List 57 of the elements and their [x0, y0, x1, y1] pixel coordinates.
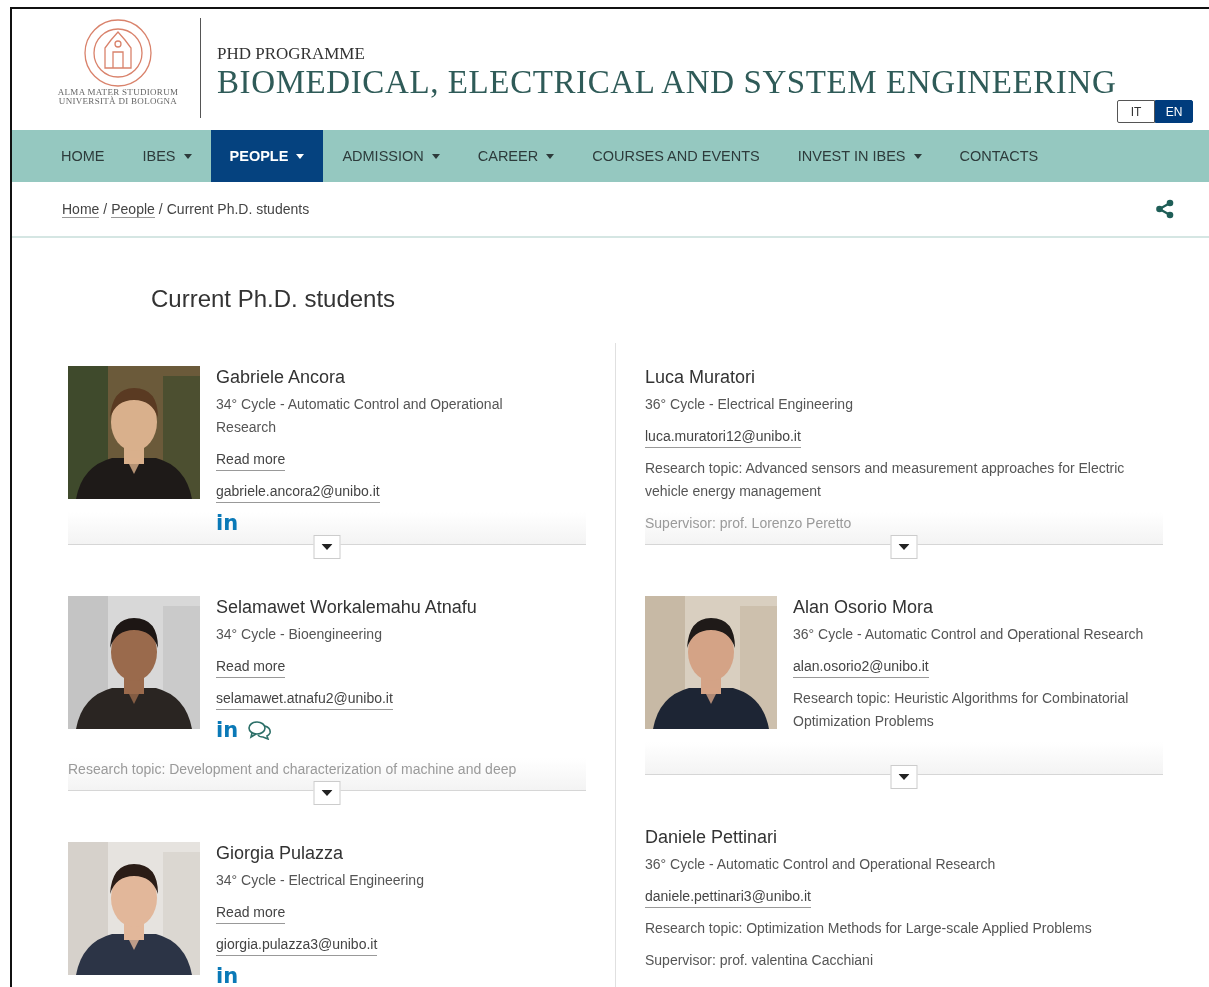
info-text: 34° Cycle - Bioengineering — [216, 625, 382, 644]
info-text: Research topic: Optimization Methods for Large-scale Applied Problems — [645, 919, 1092, 938]
programme-title: BIOMEDICAL, ELECTRICAL AND SYSTEM ENGINEERING — [217, 64, 1117, 100]
text-link[interactable]: giorgia.pulazza3@unibo.it — [216, 934, 378, 956]
language-button[interactable]: EN — [1155, 100, 1193, 123]
text-link[interactable]: alan.osorio2@unibo.it — [793, 656, 929, 678]
nav-item[interactable]: COURSES AND EVENTS — [573, 130, 779, 182]
university-seal-icon — [83, 18, 153, 88]
text-link[interactable]: selamawet.atnafu2@unibo.it — [216, 688, 393, 710]
nav-item[interactable]: CAREER — [458, 130, 574, 182]
programme-label: PHD PROGRAMME — [217, 44, 366, 64]
university-name: UNIVERSITÀ DI BOLOGNA — [57, 97, 179, 106]
breadcrumb-link[interactable]: Home — [62, 200, 100, 218]
faded-text: Research topic: Development and characterization of machine and deep — [68, 760, 517, 779]
linkedin-link[interactable]: in — [216, 719, 239, 741]
student-name: Gabriele Ancora — [216, 366, 347, 389]
text-link[interactable]: gabriele.ancora2@unibo.it — [216, 481, 380, 503]
text-link[interactable]: Read more — [216, 656, 286, 678]
nav-item[interactable]: HOME — [42, 130, 124, 182]
breadcrumb-link[interactable]: People — [111, 200, 155, 218]
nav-item[interactable]: CONTACTS — [940, 130, 1058, 182]
info-text: Research topic: Heuristic Algorithms for Combinatorial Optimization Problems — [793, 689, 1130, 731]
faded-text: Supervisor: prof. Lorenzo Peretto — [645, 514, 852, 533]
info-text: 34° Cycle - Automatic Control and Operational Research — [216, 395, 504, 437]
chat-icon[interactable] — [248, 720, 273, 740]
expand-button[interactable] — [313, 535, 341, 559]
breadcrumb-separator: / — [158, 201, 163, 217]
info-text: Research topic: Advanced sensors and measurement approaches for Electric vehicle energy management — [645, 459, 1126, 501]
info-text: 36° Cycle - Automatic Control and Operational Research — [793, 625, 1144, 644]
language-button[interactable]: IT — [1117, 100, 1155, 123]
page-title: Current Ph.D. students — [151, 285, 397, 314]
nav-item[interactable]: PEOPLE — [210, 130, 324, 182]
student-name: Giorgia Pulazza — [216, 842, 345, 865]
text-link[interactable]: Read more — [216, 449, 286, 471]
info-text: 36° Cycle - Automatic Control and Operational Research — [645, 855, 996, 874]
share-icon[interactable] — [1155, 199, 1175, 219]
info-text: 36° Cycle - Electrical Engineering — [645, 395, 853, 414]
expand-button[interactable] — [890, 535, 918, 559]
info-text: 34° Cycle - Electrical Engineering — [216, 871, 424, 890]
breadcrumb-separator: / — [103, 201, 108, 217]
university-name: ALMA MATER STUDIORUM — [57, 88, 179, 97]
linkedin-link[interactable]: in — [216, 512, 239, 534]
student-name: Daniele Pettinari — [645, 826, 779, 849]
nav-item[interactable]: INVEST IN IBES — [778, 130, 941, 182]
info-text: Supervisor: prof. valentina Cacchiani — [645, 951, 873, 970]
student-name: Luca Muratori — [645, 366, 757, 389]
linkedin-link[interactable]: in — [216, 965, 239, 987]
expand-button[interactable] — [313, 781, 341, 805]
nav-item[interactable]: IBES — [123, 130, 211, 182]
text-link[interactable]: daniele.pettinari3@unibo.it — [645, 886, 811, 908]
text-link[interactable]: Read more — [216, 902, 286, 924]
expand-button[interactable] — [890, 765, 918, 789]
text-link[interactable]: luca.muratori12@unibo.it — [645, 426, 801, 448]
student-name: Alan Osorio Mora — [793, 596, 935, 619]
student-name: Selamawet Workalemahu Atnafu — [216, 596, 478, 619]
nav-item[interactable]: ADMISSION — [323, 130, 459, 182]
breadcrumb-current: Current Ph.D. students — [166, 201, 310, 217]
